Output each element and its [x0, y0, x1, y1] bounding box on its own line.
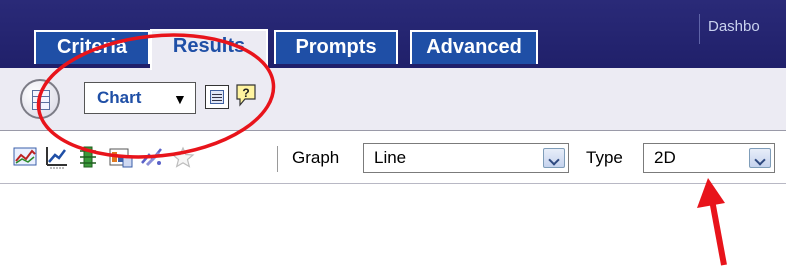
- view-type-value: Chart: [97, 88, 142, 107]
- star-icon[interactable]: [170, 145, 196, 169]
- tab-criteria[interactable]: Criteria: [34, 30, 150, 64]
- dropdown-caret-icon: ▼: [173, 91, 187, 107]
- highlight-arrow: [697, 178, 727, 266]
- dashboard-link[interactable]: Dashbo: [708, 18, 760, 35]
- banner-separator: [699, 14, 700, 44]
- dimension-type-select[interactable]: 2D: [643, 143, 775, 173]
- dimension-type-value: 2D: [654, 148, 676, 167]
- graph-type-value: Line: [374, 148, 407, 167]
- tab-prompts[interactable]: Prompts: [274, 30, 398, 64]
- chevron-down-icon[interactable]: [749, 148, 771, 168]
- table-grid-icon: [32, 90, 50, 110]
- tab-advanced[interactable]: Advanced: [410, 30, 538, 64]
- compound-layout-button[interactable]: [20, 79, 60, 119]
- type-label: Type: [586, 148, 623, 167]
- svg-text:?: ?: [242, 86, 249, 100]
- additional-properties-icon[interactable]: [108, 145, 134, 169]
- chart-type-icon[interactable]: [12, 145, 38, 169]
- graph-label: Graph: [292, 148, 340, 167]
- edit-view-button[interactable]: [205, 85, 229, 109]
- properties-lines: [212, 94, 222, 102]
- tab-results[interactable]: Results: [150, 29, 268, 70]
- format-chart-icon[interactable]: [139, 145, 165, 169]
- axis-titles-icon[interactable]: [43, 145, 69, 169]
- scale-markers-icon[interactable]: [75, 145, 101, 169]
- chevron-down-icon[interactable]: [543, 148, 565, 168]
- graph-type-select[interactable]: Line: [363, 143, 569, 173]
- help-icon[interactable]: ?: [235, 83, 257, 107]
- view-type-dropdown[interactable]: Chart ▼: [84, 82, 196, 114]
- toolbar-separator: [277, 146, 278, 172]
